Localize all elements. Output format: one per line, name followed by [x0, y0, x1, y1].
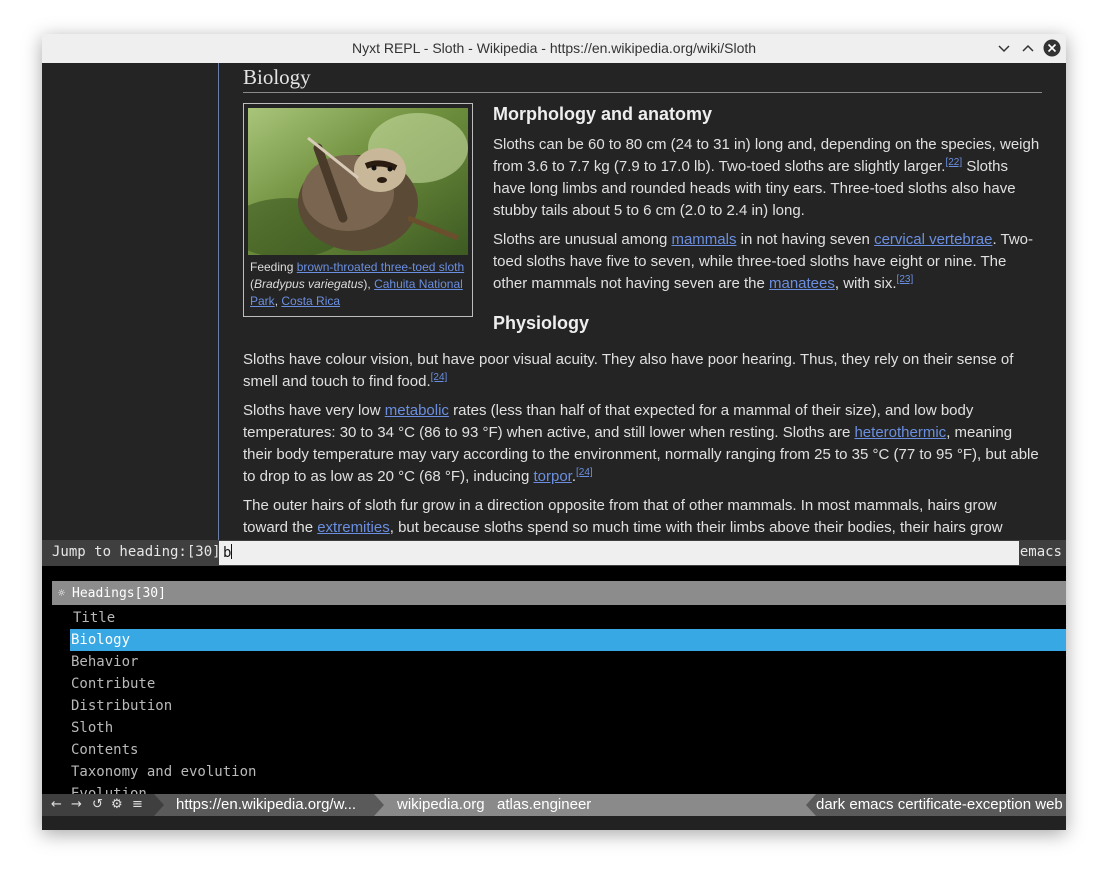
prompt-label: Jump to heading:[30]: [52, 544, 221, 560]
reload-icon[interactable]: ↺: [92, 794, 103, 816]
text: in not having seven: [736, 231, 875, 248]
section-heading: Biology: [243, 66, 1042, 93]
suggestion-item[interactable]: Taxonomy and evolution: [70, 761, 1066, 783]
status-url[interactable]: https://en.wikipedia.org/w...: [154, 794, 374, 816]
heading-morphology: Morphology and anatomy: [493, 104, 713, 124]
title-bar: Nyxt REPL - Sloth - Wikipedia - https://…: [42, 34, 1066, 64]
sloth-image: [228, 108, 468, 258]
link-metabolic[interactable]: metabolic: [385, 402, 449, 419]
source-header[interactable]: ☼ Headings[30]: [52, 581, 1066, 605]
status-bar: ← → ↺ ⚙ ≡ https://en.wikipedia.org/w... …: [42, 794, 1066, 816]
caption-link-sloth[interactable]: brown-throated three-toed sloth: [297, 260, 464, 274]
lower-paragraphs: Sloths have colour vision, but have poor…: [243, 349, 1042, 539]
status-modes[interactable]: dark emacs certificate-exception web: [816, 794, 1066, 816]
suggestion-item-selected[interactable]: Biology: [70, 629, 1066, 651]
source-title: Headings[30]: [72, 586, 166, 601]
paragraph: Sloths have very low metabolic rates (le…: [243, 400, 1042, 488]
prompt-mode: emacs: [1019, 544, 1062, 560]
figure-caption: Feeding brown-throated three-toed sloth …: [250, 259, 466, 310]
segment-separator: [374, 794, 384, 816]
prompt-bar: Jump to heading:[30] b emacs: [42, 540, 1066, 566]
citation-link[interactable]: [22]: [945, 157, 962, 168]
citation-link[interactable]: [23]: [897, 274, 914, 285]
link-torpor[interactable]: torpor: [533, 468, 571, 485]
segment-separator: [806, 794, 816, 816]
link-heterothermic[interactable]: heterothermic: [854, 424, 946, 441]
link-mammals[interactable]: mammals: [671, 231, 736, 248]
segment-separator: [154, 794, 164, 816]
heading-physiology: Physiology: [493, 313, 590, 333]
article: Biology Feeding brown-throated three-toe…: [228, 63, 1042, 536]
suggestion-list: Title Biology Behavior Contribute Distri…: [70, 607, 1066, 794]
text: , with six.: [834, 275, 897, 292]
link-manatees[interactable]: manatees: [769, 275, 835, 292]
suggestion-item[interactable]: Contents: [70, 739, 1066, 761]
paragraph: The outer hairs of sloth fur grow in a d…: [243, 495, 1042, 539]
prompt-input[interactable]: b: [219, 541, 1019, 565]
gear-icon[interactable]: ⚙: [111, 794, 123, 816]
link-cervical-vertebrae[interactable]: cervical vertebrae: [874, 231, 992, 248]
text-caret: [231, 544, 233, 559]
caption-link-costa-rica[interactable]: Costa Rica: [281, 294, 340, 308]
suggestion-item[interactable]: Distribution: [70, 695, 1066, 717]
forward-icon[interactable]: →: [71, 794, 82, 816]
status-tabs[interactable]: wikipedia.org atlas.engineer: [397, 794, 591, 816]
text: Sloths are unusual among: [493, 231, 672, 248]
text: Sloths can be 60 to 80 cm (24 to 31 in) …: [493, 136, 1040, 175]
suggestion-item[interactable]: Title: [70, 607, 1066, 629]
text: Sloths have colour vision, but have poor…: [243, 351, 1014, 390]
suggestion-panel: ☼ Headings[30] Title Biology Behavior Con…: [42, 566, 1066, 794]
suggestion-item[interactable]: Sloth: [70, 717, 1066, 739]
back-icon[interactable]: ←: [51, 794, 62, 816]
maximize-icon[interactable]: [1020, 40, 1036, 56]
suggestion-item[interactable]: Evolution: [70, 783, 1066, 794]
figure: Feeding brown-throated three-toed sloth …: [228, 103, 473, 317]
menu-icon[interactable]: ≡: [132, 794, 143, 816]
paragraph: Sloths can be 60 to 80 cm (24 to 31 in) …: [493, 134, 1043, 222]
sun-icon: ☼: [58, 586, 66, 600]
prompt-input-value: b: [223, 545, 232, 561]
minimize-icon[interactable]: [996, 40, 1012, 56]
close-icon[interactable]: [1043, 39, 1061, 57]
caption-text: ),: [363, 277, 375, 291]
browser-window: Nyxt REPL - Sloth - Wikipedia - https://…: [42, 34, 1066, 830]
page-content: Biology Feeding brown-throated three-toe…: [42, 63, 1066, 540]
caption-species: Bradypus variegatus: [254, 277, 364, 291]
link-extremities[interactable]: extremities: [317, 519, 390, 536]
window-title: Nyxt REPL - Sloth - Wikipedia - https://…: [351, 40, 757, 56]
paragraph: Sloths are unusual among mammals in not …: [493, 229, 1043, 295]
paragraph: Sloths have colour vision, but have poor…: [243, 349, 1042, 393]
caption-text: Feeding: [250, 260, 297, 274]
suggestion-item[interactable]: Contribute: [70, 673, 1066, 695]
nav-buttons: ← → ↺ ⚙ ≡: [42, 794, 154, 816]
left-sidebar: [42, 63, 219, 540]
text: , but because sloths spend so much time …: [389, 519, 1003, 536]
suggestion-item[interactable]: Behavior: [70, 651, 1066, 673]
right-column: Morphology and anatomy Sloths can be 60 …: [493, 103, 1043, 334]
citation-link[interactable]: [24]: [431, 372, 448, 383]
text: Sloths have very low: [243, 402, 385, 419]
citation-link[interactable]: [24]: [576, 467, 593, 478]
